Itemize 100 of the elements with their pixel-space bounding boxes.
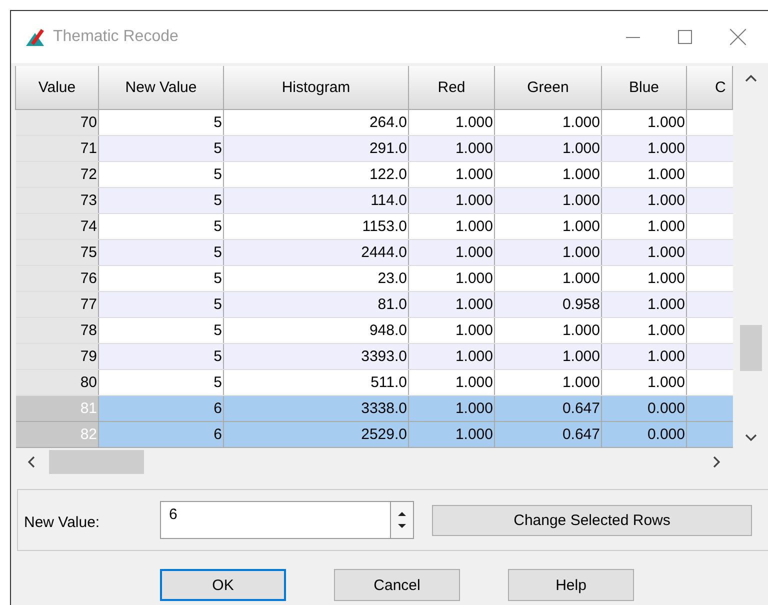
table-cell: 5 bbox=[98, 292, 224, 318]
table-cell: 291.0 bbox=[224, 136, 408, 162]
table-cell: 1.000 bbox=[494, 136, 602, 162]
scrollbar-thumb[interactable] bbox=[740, 325, 762, 371]
table-cell: 1.000 bbox=[494, 266, 602, 292]
table-cell: 1.000 bbox=[602, 110, 686, 136]
row-header-cell: 72 bbox=[16, 162, 98, 188]
table-cell: 1.000 bbox=[602, 188, 686, 214]
row-header-cell: 73 bbox=[16, 188, 98, 214]
column-header[interactable]: C bbox=[686, 66, 732, 110]
close-icon[interactable] bbox=[730, 29, 746, 45]
table-cell: 1.000 bbox=[494, 370, 602, 396]
table-cell: 1.000 bbox=[602, 292, 686, 318]
table-cell: 5 bbox=[98, 266, 224, 292]
row-header-cell: 74 bbox=[16, 214, 98, 240]
column-header[interactable]: Green bbox=[494, 66, 602, 110]
row-header-cell: 76 bbox=[16, 266, 98, 292]
table-cell: 511.0 bbox=[224, 370, 408, 396]
table-cell: 122.0 bbox=[224, 162, 408, 188]
table-cell: 0.647 bbox=[494, 422, 602, 448]
table-cell: 5 bbox=[98, 188, 224, 214]
table-cell: 0.647 bbox=[494, 396, 602, 422]
table-cell: 5 bbox=[98, 162, 224, 188]
table-cell: 23.0 bbox=[224, 266, 408, 292]
column-header[interactable]: Histogram bbox=[224, 66, 408, 110]
table-cell: 114.0 bbox=[224, 188, 408, 214]
row-header-cell: 70 bbox=[16, 110, 98, 136]
scrollbar-thumb[interactable] bbox=[49, 450, 144, 474]
table-cell: 1.000 bbox=[494, 188, 602, 214]
table-cell: 1.000 bbox=[494, 110, 602, 136]
table-cell: 1.000 bbox=[408, 292, 494, 318]
table-cell: 5 bbox=[98, 344, 224, 370]
table-row[interactable]: 75 5 2444.0 1.000 1.000 1.000 bbox=[16, 240, 732, 266]
table-cell: 1.000 bbox=[408, 396, 494, 422]
table-row[interactable]: 77 5 81.0 1.000 0.958 1.000 bbox=[16, 292, 732, 318]
table-row[interactable]: 71 5 291.0 1.000 1.000 1.000 bbox=[16, 136, 732, 162]
table-cell: 1.000 bbox=[408, 422, 494, 448]
table-cell: 0.958 bbox=[494, 292, 602, 318]
table-cell: 1.000 bbox=[408, 214, 494, 240]
table-cell: 5 bbox=[98, 240, 224, 266]
new-value-label: New Value: bbox=[24, 514, 101, 530]
dialog-button[interactable]: Help bbox=[508, 569, 634, 601]
table-cell: 1.000 bbox=[408, 110, 494, 136]
table-row[interactable]: 73 5 114.0 1.000 1.000 1.000 bbox=[16, 188, 732, 214]
table-cell: 0.000 bbox=[602, 396, 686, 422]
dialog-button[interactable]: OK bbox=[160, 569, 286, 601]
table-cell: 6 bbox=[98, 396, 224, 422]
column-header[interactable]: Red bbox=[408, 66, 494, 110]
column-header[interactable]: Blue bbox=[602, 66, 686, 110]
table-cell: 1.000 bbox=[602, 240, 686, 266]
table-row[interactable]: 79 5 3393.0 1.000 1.000 1.000 bbox=[16, 344, 732, 370]
table-cell: 1153.0 bbox=[224, 214, 408, 240]
table-cell: 1.000 bbox=[408, 162, 494, 188]
column-header[interactable]: New Value bbox=[98, 66, 224, 110]
table-cell: 5 bbox=[98, 110, 224, 136]
table-cell: 948.0 bbox=[224, 318, 408, 344]
table-cell: 264.0 bbox=[224, 110, 408, 136]
table-cell: 1.000 bbox=[602, 266, 686, 292]
table-cell: 2444.0 bbox=[224, 240, 408, 266]
table-cell: 1.000 bbox=[602, 136, 686, 162]
table-cell: 1.000 bbox=[494, 344, 602, 370]
pencil-ruler-icon bbox=[25, 27, 45, 47]
table-row[interactable]: 72 5 122.0 1.000 1.000 1.000 bbox=[16, 162, 732, 188]
table-cell: 5 bbox=[98, 370, 224, 396]
new-value-field[interactable]: 6 bbox=[160, 501, 390, 539]
row-header-cell: 77 bbox=[16, 292, 98, 318]
table-cell: 1.000 bbox=[494, 214, 602, 240]
row-header-cell: 75 bbox=[16, 240, 98, 266]
scroll-right-icon[interactable] bbox=[713, 456, 721, 468]
table-row[interactable]: 70 5 264.0 1.000 1.000 1.000 bbox=[16, 110, 732, 136]
table-row[interactable]: 78 5 948.0 1.000 1.000 1.000 bbox=[16, 318, 732, 344]
table-cell: 1.000 bbox=[602, 344, 686, 370]
table-cell: 81.0 bbox=[224, 292, 408, 318]
table-cell: 1.000 bbox=[494, 318, 602, 344]
row-header-cell: 71 bbox=[16, 136, 98, 162]
dialog-button[interactable]: Cancel bbox=[334, 569, 460, 601]
table-cell: 1.000 bbox=[602, 318, 686, 344]
table-cell: 1.000 bbox=[408, 266, 494, 292]
scroll-down-icon[interactable] bbox=[744, 434, 756, 442]
maximize-icon[interactable] bbox=[678, 30, 692, 44]
scroll-left-icon[interactable] bbox=[27, 456, 35, 468]
table-cell: 1.000 bbox=[408, 370, 494, 396]
table-cell: 1.000 bbox=[408, 344, 494, 370]
row-header-cell: 79 bbox=[16, 344, 98, 370]
scroll-up-icon[interactable] bbox=[744, 74, 756, 82]
row-header-cell: 80 bbox=[16, 370, 98, 396]
table-cell: 1.000 bbox=[408, 188, 494, 214]
table-cell: 5 bbox=[98, 214, 224, 240]
spin-buttons[interactable] bbox=[390, 501, 414, 539]
table-row[interactable]: 80 5 511.0 1.000 1.000 1.000 bbox=[16, 370, 732, 396]
table-row[interactable]: 74 5 1153.0 1.000 1.000 1.000 bbox=[16, 214, 732, 240]
table-cell: 3393.0 bbox=[224, 344, 408, 370]
table-cell: 1.000 bbox=[602, 214, 686, 240]
table-cell: 1.000 bbox=[408, 240, 494, 266]
table-cell: 2529.0 bbox=[224, 422, 408, 448]
column-header[interactable]: Value bbox=[16, 66, 98, 110]
table-cell: 1.000 bbox=[408, 318, 494, 344]
change-selected-rows-button[interactable]: Change Selected Rows bbox=[432, 504, 752, 536]
table-cell: 3338.0 bbox=[224, 396, 408, 422]
table-row[interactable]: 76 5 23.0 1.000 1.000 1.000 bbox=[16, 266, 732, 292]
